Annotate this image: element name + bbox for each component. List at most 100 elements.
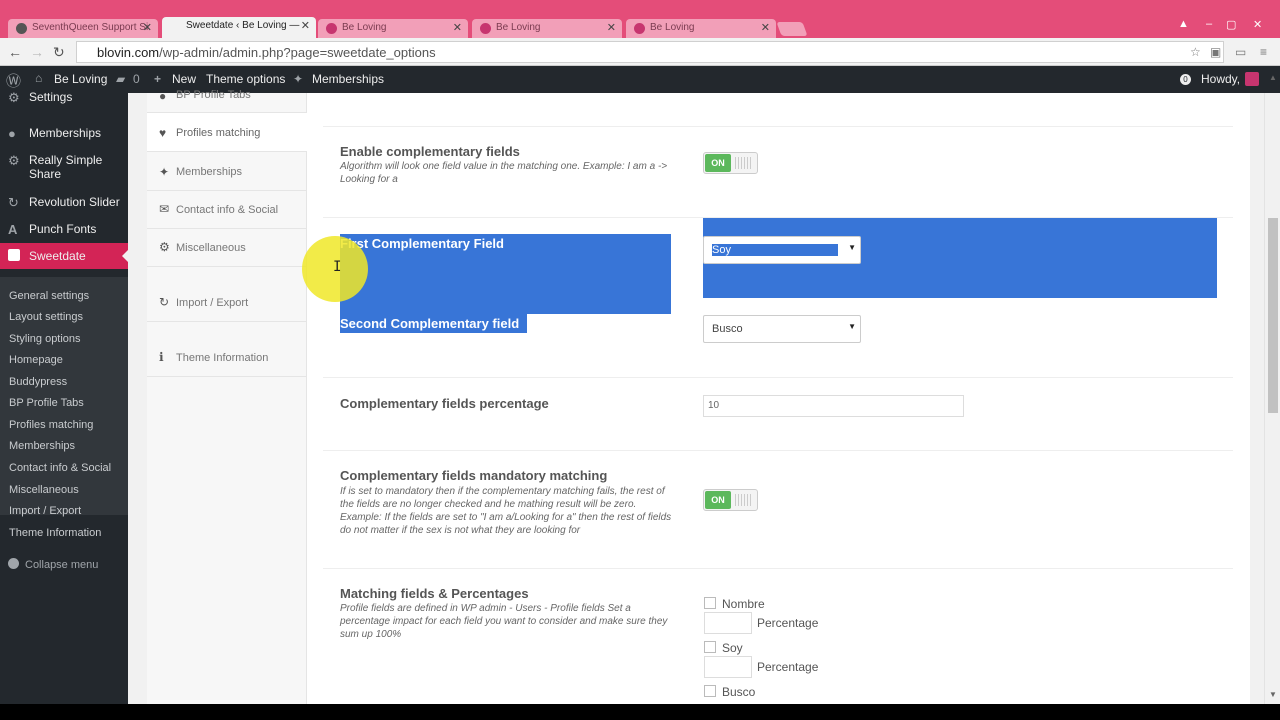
matching-fields-desc: Profile fields are defined in WP admin -… (340, 603, 668, 640)
collapse-icon (8, 558, 19, 569)
close-window-icon[interactable]: ✕ (1253, 18, 1262, 31)
cast-icon[interactable]: ▭ (1235, 45, 1246, 59)
menu-icon[interactable]: ≡ (1260, 45, 1267, 59)
wordpress-logo-icon[interactable]: Ⓦ (6, 70, 21, 91)
text-cursor-icon: I (333, 259, 342, 275)
forward-icon[interactable]: → (30, 44, 44, 60)
gears-icon: ⚙ (159, 240, 170, 254)
browser-tab[interactable]: SeventhQueen Support Si ✕ (8, 19, 158, 38)
maximize-icon[interactable]: ▢ (1226, 18, 1236, 31)
sidebar-item-really-simple-share[interactable]: ⚙ Really Simple Share (0, 153, 128, 183)
submenu-layout-settings[interactable]: Layout settings (9, 311, 83, 323)
submenu-buddypress[interactable]: Buddypress (9, 376, 67, 388)
close-icon[interactable]: ✕ (143, 21, 152, 34)
options-nav-import-export[interactable]: ↻ Import / Export (147, 267, 307, 322)
percentage-label: Percentage (757, 616, 819, 630)
new-tab-button[interactable] (776, 22, 808, 36)
memberships-link[interactable]: Memberships (312, 72, 384, 86)
mandatory-matching-desc: If is set to mandatory then if the compl… (340, 486, 672, 536)
comments-icon[interactable]: ▰ (116, 72, 125, 86)
options-nav-memberships[interactable]: ✦ Memberships (147, 152, 307, 191)
collapse-menu-button[interactable]: Collapse menu (8, 558, 98, 571)
submenu-bp-profile-tabs[interactable]: BP Profile Tabs (9, 397, 84, 409)
sidebar-item-sweetdate[interactable]: Sweetdate (0, 243, 129, 269)
close-icon[interactable]: ✕ (607, 21, 616, 34)
submenu-miscellaneous[interactable]: Miscellaneous (9, 484, 79, 496)
field-percentage-input[interactable] (704, 612, 752, 634)
submenu-import-export[interactable]: Import / Export (9, 505, 81, 517)
first-complementary-title: First Complementary Field (340, 236, 504, 251)
site-name-link[interactable]: Be Loving (54, 72, 107, 86)
options-nav-contact-info-social[interactable]: ✉ Contact info & Social (147, 191, 307, 229)
submenu-homepage[interactable]: Homepage (9, 354, 63, 366)
field-checkbox-busco[interactable] (704, 685, 716, 697)
scroll-up-icon[interactable]: ▲ (1269, 73, 1277, 82)
extension-icon[interactable]: ▣ (1210, 45, 1221, 59)
field-checkbox-nombre[interactable] (704, 597, 716, 609)
options-nav-miscellaneous[interactable]: ⚙ Miscellaneous (147, 229, 307, 267)
sidebar-item-punch-fonts[interactable]: A Punch Fonts (0, 222, 128, 242)
field-percentage-input[interactable] (704, 656, 752, 678)
submenu-contact-info-social[interactable]: Contact info & Social (9, 462, 111, 474)
memberships-icon: ● (8, 126, 16, 141)
admin-sidebar: ⚙ Settings ● Memberships ⚙ Really Simple Sh… (0, 90, 129, 704)
close-icon[interactable]: ✕ (453, 21, 462, 34)
first-complementary-select[interactable]: Soy ▼ (703, 236, 861, 264)
close-icon[interactable]: ✕ (301, 19, 310, 32)
complementary-percentage-input[interactable]: 10 (703, 395, 964, 417)
user-icon[interactable]: ▲ (1178, 18, 1189, 30)
submenu-theme-information[interactable]: Theme Information (9, 527, 101, 539)
enable-complementary-title: Enable complementary fields (340, 144, 520, 159)
comments-count[interactable]: 0 (133, 72, 140, 86)
enable-complementary-toggle[interactable]: ON (703, 152, 758, 174)
sidebar-item-settings[interactable]: ⚙ Settings (0, 90, 128, 110)
mandatory-matching-toggle[interactable]: ON (703, 489, 758, 511)
address-bar: ← → ↻ blovin.com/wp-admin/admin.php?page… (0, 38, 1280, 66)
second-complementary-title: Second Complementary field (340, 316, 520, 331)
sidebar-item-memberships[interactable]: ● Memberships (0, 126, 128, 146)
browser-tab[interactable]: Be Loving ✕ (318, 19, 468, 38)
browser-tab-bar: SeventhQueen Support Si ✕ Sweetdate ‹ Be … (0, 0, 1280, 38)
submenu-memberships[interactable]: Memberships (9, 440, 75, 452)
minimize-icon[interactable]: – (1206, 18, 1212, 30)
browser-tab[interactable]: Be Loving ✕ (626, 19, 776, 38)
scrollbar-thumb[interactable] (1268, 218, 1278, 413)
browser-tab-active[interactable]: Sweetdate ‹ Be Loving — ✕ (162, 17, 316, 38)
divider (323, 450, 1233, 451)
star-icon[interactable]: ☆ (1190, 45, 1201, 59)
options-nav-profiles-matching[interactable]: ♥ Profiles matching (147, 113, 307, 152)
field-checkbox-soy[interactable] (704, 641, 716, 653)
favicon-icon (480, 23, 491, 34)
divider (323, 568, 1233, 569)
favicon-icon (634, 23, 645, 34)
group-icon: ✦ (159, 165, 170, 179)
sweetdate-icon (8, 249, 20, 261)
page-scrollbar[interactable]: ▲ ▼ (1264, 73, 1280, 704)
reload-icon[interactable]: ↻ (53, 44, 65, 61)
second-complementary-select[interactable]: Busco ▼ (703, 315, 861, 343)
user-icon: ● (159, 89, 167, 103)
scroll-down-icon[interactable]: ▼ (1269, 690, 1277, 699)
options-nav-theme-information[interactable]: ℹ Theme Information (147, 322, 307, 377)
notification-count[interactable]: 0 (1180, 74, 1191, 85)
share-icon: ⚙ (8, 153, 20, 168)
url-input[interactable]: blovin.com/wp-admin/admin.php?page=sweet… (76, 41, 1224, 63)
avatar[interactable] (1245, 72, 1259, 86)
browser-tab[interactable]: Be Loving ✕ (472, 19, 622, 38)
sweetdate-submenu: General settings Layout settings Styling… (0, 277, 128, 539)
matching-fields-title: Matching fields & Percentages (340, 586, 529, 601)
options-nav-bp-profile-tabs[interactable]: ● BP Profile Tabs (147, 83, 307, 113)
close-icon[interactable]: ✕ (761, 21, 770, 34)
submenu-general-settings[interactable]: General settings (9, 290, 89, 302)
sidebar-item-revolution-slider[interactable]: ↻ Revolution Slider (0, 195, 128, 215)
divider (323, 126, 1233, 127)
mandatory-matching-title: Complementary fields mandatory matching (340, 468, 608, 483)
howdy-link[interactable]: Howdy, (1201, 72, 1240, 86)
submenu-profiles-matching[interactable]: Profiles matching (9, 419, 93, 431)
chevron-down-icon: ▼ (848, 322, 856, 331)
submenu-styling-options[interactable]: Styling options (9, 333, 81, 345)
favicon-icon (326, 23, 337, 34)
complementary-percentage-title: Complementary fields percentage (340, 396, 549, 411)
divider (323, 377, 1233, 378)
back-icon[interactable]: ← (8, 44, 22, 60)
